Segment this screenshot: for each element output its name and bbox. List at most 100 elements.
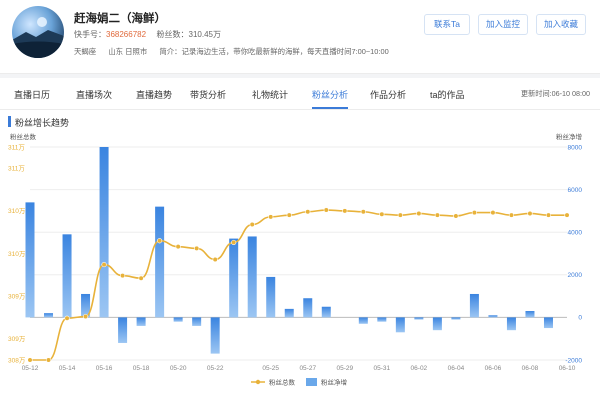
line-point[interactable] — [194, 245, 200, 251]
line-point[interactable] — [157, 238, 163, 244]
tab-fans-analysis[interactable]: 粉丝分析 — [312, 88, 348, 101]
bar-fans-net[interactable] — [321, 306, 331, 318]
left-axis-tick: 309万 — [8, 292, 26, 300]
line-point[interactable] — [527, 210, 533, 217]
x-axis-tick: 05-31 — [374, 365, 391, 372]
line-point[interactable] — [434, 212, 440, 218]
line-point[interactable] — [545, 212, 552, 218]
line-point[interactable] — [64, 315, 70, 321]
line-point[interactable] — [286, 212, 292, 218]
tab-their-works[interactable]: ta的作品 — [430, 88, 465, 101]
tab-bar: 直播日历 直播场次 直播趋势 带货分析 礼物统计 粉丝分析 作品分析 ta的作品… — [0, 78, 600, 110]
tab-live-sessions[interactable]: 直播场次 — [76, 88, 112, 101]
bar-fans-net[interactable] — [136, 317, 146, 326]
bar-fans-net[interactable] — [358, 317, 368, 324]
line-point[interactable] — [138, 275, 144, 281]
x-axis-tick: 05-18 — [133, 365, 150, 372]
x-axis-tick: 06-10 — [559, 365, 576, 372]
line-point[interactable] — [360, 209, 366, 215]
bar-fans-net[interactable] — [303, 298, 313, 318]
avatar-image — [12, 17, 64, 58]
bar-fans-net[interactable] — [543, 317, 553, 329]
tab-works-analysis[interactable]: 作品分析 — [370, 88, 406, 101]
x-axis-tick: 05-20 — [170, 365, 187, 372]
line-point[interactable] — [249, 221, 255, 228]
bar-fans-net[interactable] — [451, 317, 461, 320]
bar-fans-net[interactable] — [118, 317, 128, 343]
bar-fans-net[interactable] — [432, 317, 442, 331]
profile-bio: 简介：记录海边生活，带你吃最新鲜的海鲜，每天直播时间7:00~10:00 — [159, 47, 389, 56]
avatar[interactable] — [12, 6, 64, 58]
bar-fans-net[interactable] — [506, 317, 516, 331]
fans-count-label: 粉丝数： — [156, 30, 189, 39]
bar-fans-net[interactable] — [229, 238, 239, 318]
bar-fans-net[interactable] — [99, 147, 109, 318]
line-point[interactable] — [342, 208, 348, 214]
left-axis-tick: 308万 — [8, 356, 26, 364]
bar-fans-net[interactable] — [414, 317, 424, 320]
x-axis-tick: 06-02 — [411, 365, 428, 372]
line-point[interactable] — [416, 210, 422, 217]
right-axis-title: 粉丝净增 — [556, 132, 582, 141]
left-axis-title: 粉丝总数 — [10, 132, 37, 141]
x-axis-tick: 06-08 — [522, 365, 539, 372]
line-point[interactable] — [119, 273, 126, 279]
bar-fans-net[interactable] — [247, 236, 257, 318]
profile-location: 山东 日照市 — [108, 47, 148, 56]
bar-fans-net[interactable] — [173, 317, 183, 322]
contact-button[interactable]: 联系Ta — [424, 14, 470, 35]
line-point[interactable] — [471, 210, 478, 216]
tab-sales-analysis[interactable]: 带货分析 — [190, 88, 226, 101]
line-point[interactable] — [490, 210, 496, 216]
tab-gift-stats[interactable]: 礼物统计 — [252, 88, 288, 101]
profile-card: 赶海娟二（海鲜） 快手号：368266782 粉丝数：310.45万 天蝎座 山… — [0, 0, 600, 74]
bar-fans-net[interactable] — [469, 293, 479, 318]
right-axis-tick: 2000 — [568, 272, 583, 279]
line-point[interactable] — [323, 207, 329, 213]
bar-fans-net[interactable] — [210, 317, 220, 354]
add-favorite-button[interactable]: 加入收藏 — [536, 14, 586, 35]
line-point[interactable] — [231, 239, 237, 246]
x-axis-tick: 05-16 — [96, 365, 113, 372]
line-point[interactable] — [82, 313, 89, 320]
line-point[interactable] — [305, 209, 311, 215]
left-axis-tick: 311万 — [8, 165, 25, 173]
line-point[interactable] — [27, 357, 33, 363]
bar-fans-net[interactable] — [25, 202, 35, 318]
active-tab-indicator — [312, 107, 348, 109]
profile-name: 赶海娟二（海鲜） — [74, 13, 166, 25]
line-point[interactable] — [564, 212, 570, 218]
fans-growth-chart: 8000 6000 4000 2000 0 -2000 311万 311万 310万 310万 30… — [8, 132, 583, 387]
line-point[interactable] — [379, 211, 385, 217]
tab-live-trend[interactable]: 直播趋势 — [136, 88, 172, 101]
bar-fans-net[interactable] — [266, 276, 276, 318]
x-axis-tick: 05-14 — [59, 365, 76, 372]
line-point[interactable] — [45, 357, 52, 363]
bar-fans-net[interactable] — [155, 206, 165, 318]
profile-stats: 快手号：368266782 粉丝数：310.45万 — [74, 29, 221, 40]
line-point[interactable] — [268, 214, 274, 220]
line-point[interactable] — [508, 212, 515, 218]
legend-line-label: 粉丝总数 — [269, 378, 296, 387]
kuaishou-id: 368266782 — [106, 30, 147, 39]
bar-fans-net[interactable] — [525, 311, 535, 318]
tab-live-calendar[interactable]: 直播日历 — [14, 88, 50, 101]
panel-title: 粉丝增长趋势 — [15, 118, 70, 128]
profile-gender: 天蝎座 — [74, 47, 97, 56]
bar-fans-net[interactable] — [488, 315, 498, 318]
x-axis-tick: 05-25 — [262, 365, 279, 372]
line-point[interactable] — [397, 212, 403, 218]
bar-fans-net[interactable] — [395, 317, 405, 333]
legend-bar-swatch — [306, 378, 317, 386]
line-point[interactable] — [175, 244, 181, 250]
bar-fans-net[interactable] — [284, 308, 294, 318]
line-point[interactable] — [212, 256, 218, 263]
bar-fans-net[interactable] — [44, 313, 54, 318]
line-point[interactable] — [101, 261, 107, 268]
profile-details: 天蝎座 山东 日照市 简介：记录海边生活，带你吃最新鲜的海鲜，每天直播时间7:0… — [74, 46, 399, 57]
bar-fans-net[interactable] — [377, 317, 387, 322]
add-monitor-button[interactable]: 加入监控 — [478, 14, 528, 35]
bar-fans-net[interactable] — [62, 234, 72, 318]
line-point[interactable] — [453, 213, 459, 219]
bar-fans-net[interactable] — [192, 317, 202, 326]
